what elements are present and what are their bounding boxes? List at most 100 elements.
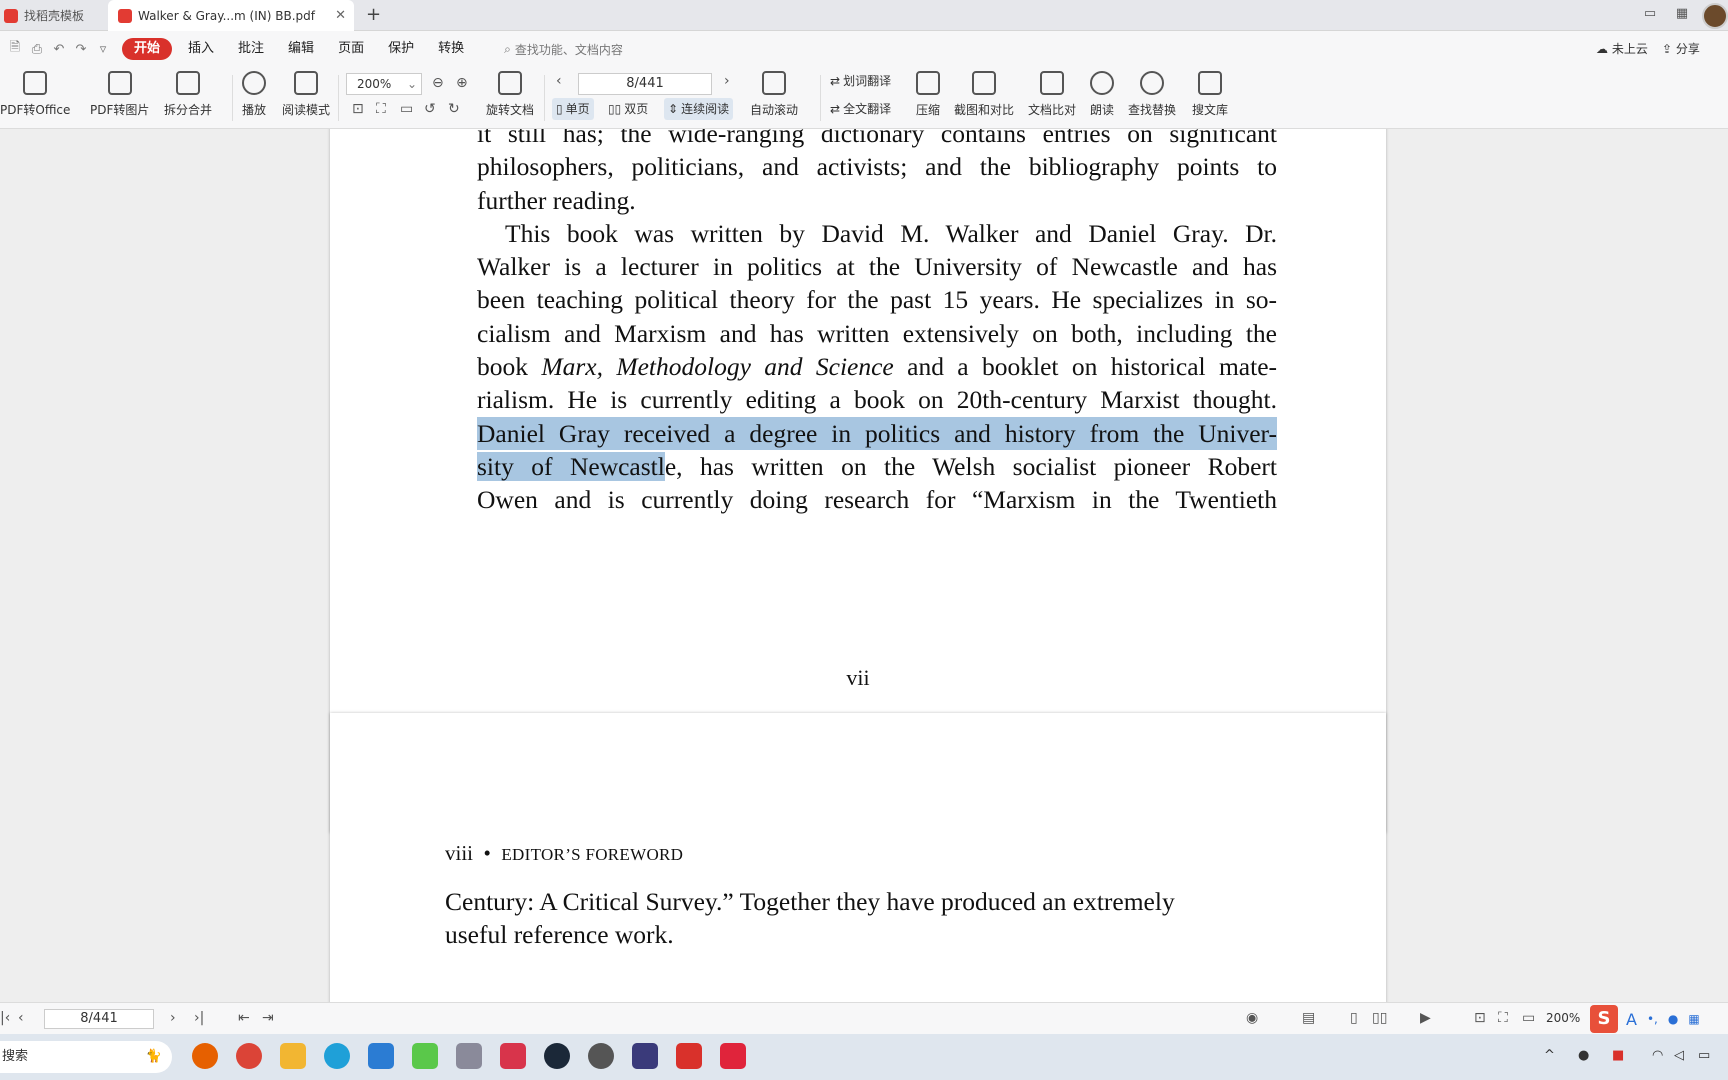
layout-icon[interactable]: ▭ — [1640, 6, 1660, 24]
document-viewport[interactable]: it still has; the wide-ranging dictionar… — [0, 129, 1728, 1002]
status-page-input[interactable]: 8/441 — [44, 1009, 154, 1029]
menu-annotate[interactable]: 批注 — [226, 38, 276, 60]
find-replace-button[interactable]: 查找替换 — [1128, 71, 1176, 118]
pdf-page[interactable]: viii • EDITOR’S FOREWORD Century: A Crit… — [330, 713, 1386, 1002]
microphone-icon[interactable]: ● — [1578, 1048, 1589, 1063]
share-button[interactable]: ⇪ 分享 — [1662, 40, 1700, 57]
actual-size-icon[interactable]: ⊡ — [352, 101, 364, 117]
game-icon[interactable] — [632, 1043, 658, 1069]
forward-icon[interactable]: ⇥ — [262, 1010, 274, 1026]
status-zoom[interactable]: 200% — [1546, 1011, 1580, 1025]
prev-page-icon[interactable]: ‹ — [556, 73, 562, 89]
rotate-right-icon[interactable]: ↻ — [448, 101, 460, 117]
single-page-icon[interactable]: ▯ — [1350, 1010, 1358, 1026]
split-merge-button[interactable]: 拆分合并 — [164, 71, 212, 118]
menu-protect[interactable]: 保护 — [376, 38, 426, 60]
sogou-ime-icon[interactable]: S — [1590, 1005, 1618, 1033]
back-icon[interactable]: ⇤ — [238, 1010, 250, 1026]
new-tab-button[interactable]: + — [366, 4, 381, 25]
single-page-toggle[interactable]: ▯ 单页 — [552, 98, 594, 120]
continuous-icon[interactable]: ▤ — [1302, 1010, 1315, 1026]
continuous-reading-toggle[interactable]: ⇕ 连续阅读 — [664, 98, 734, 120]
pdf-to-image-button[interactable]: PDF转图片 — [90, 71, 149, 118]
word-translate-button[interactable]: ⇄ 划词翻译 — [826, 70, 895, 92]
zoom-in-icon[interactable]: ⊕ — [456, 75, 468, 91]
microphone-icon[interactable]: ● — [1668, 1012, 1678, 1026]
fit-width-icon[interactable]: ▭ — [400, 101, 413, 117]
double-page-toggle[interactable]: ▯▯ 双页 — [604, 98, 652, 120]
kodi-icon[interactable] — [412, 1043, 438, 1069]
autoscroll-button[interactable]: 自动滚动 — [750, 71, 798, 118]
read-aloud-button[interactable]: 朗读 — [1090, 71, 1114, 118]
screenshot-compare-button[interactable]: 截图和对比 — [954, 71, 1014, 118]
app-icon[interactable] — [456, 1043, 482, 1069]
tab-label: Walker & Gray...m (IN) BB.pdf — [138, 8, 315, 23]
print-icon[interactable]: ⎙ — [26, 42, 48, 57]
tab-pdf-document[interactable]: Walker & Gray...m (IN) BB.pdf ✕ — [108, 0, 354, 31]
play-button[interactable]: 播放 — [242, 71, 266, 118]
volume-icon[interactable]: ◁ — [1674, 1048, 1684, 1063]
youdao-icon[interactable] — [720, 1043, 746, 1069]
zoom-out-icon[interactable]: ⊖ — [432, 75, 444, 91]
menu-convert[interactable]: 转换 — [426, 38, 476, 60]
compress-button[interactable]: 压缩 — [916, 71, 940, 118]
next-page-icon[interactable]: › — [724, 73, 730, 89]
read-mode-button[interactable]: 阅读模式 — [282, 71, 330, 118]
bing-icon[interactable] — [368, 1043, 394, 1069]
last-page-icon[interactable]: ›| — [194, 1010, 204, 1026]
pocket-icon[interactable] — [500, 1043, 526, 1069]
prev-page-icon[interactable]: ‹ — [18, 1010, 24, 1026]
full-translate-button[interactable]: ⇄ 全文翻译 — [826, 98, 895, 120]
fit-page-icon[interactable]: ⛶ — [1498, 1010, 1508, 1026]
pdf-to-office-button[interactable]: PDF转Office — [0, 71, 70, 118]
page-body-text[interactable]: it still has; the wide-ranging dictionar… — [477, 129, 1277, 517]
zoom-select[interactable]: 200% ⌄ — [346, 73, 422, 95]
rotate-left-icon[interactable]: ↺ — [424, 101, 436, 117]
save-icon[interactable]: 🗎 — [4, 38, 26, 60]
grid-icon[interactable]: ▦ — [1672, 6, 1692, 24]
redo-icon[interactable]: ↷ — [70, 42, 92, 57]
taskbar-search[interactable]: 搜索 🐈 — [0, 1041, 172, 1073]
security-icon[interactable]: ■ — [1612, 1048, 1624, 1063]
page-body-text[interactable]: Century: A Critical Survey.” Together th… — [445, 885, 1285, 952]
menu-page[interactable]: 页面 — [326, 38, 376, 60]
compare-icon — [1040, 71, 1064, 95]
menu-edit[interactable]: 编辑 — [276, 38, 326, 60]
double-page-icon[interactable]: ▯▯ — [1372, 1010, 1387, 1026]
punctuation-icon[interactable]: •, — [1647, 1012, 1658, 1026]
wps-icon[interactable] — [676, 1043, 702, 1069]
rotate-document-button[interactable]: 旋转文档 — [486, 71, 534, 118]
tab-template[interactable]: 找稻壳模板 — [0, 0, 104, 31]
ime-mode-icon[interactable]: A — [1626, 1010, 1637, 1029]
eye-protection-icon[interactable]: ◉ — [1246, 1010, 1258, 1026]
avatar[interactable] — [1702, 3, 1728, 29]
first-page-icon[interactable]: |‹ — [0, 1010, 10, 1026]
next-page-icon[interactable]: › — [170, 1010, 176, 1026]
menu-home[interactable]: 开始 — [122, 38, 173, 60]
quick-access-dropdown-icon[interactable]: ▿ — [92, 42, 114, 57]
actual-size-icon[interactable]: ⊡ — [1474, 1010, 1486, 1026]
close-icon[interactable]: ✕ — [335, 8, 346, 23]
wifi-icon[interactable]: ◠ — [1652, 1048, 1663, 1063]
play-icon[interactable]: ▶ — [1420, 1010, 1431, 1026]
fit-page-icon[interactable]: ⛶ — [376, 101, 386, 117]
cat-icon: 🐈 — [145, 1049, 162, 1064]
battery-icon[interactable]: ▭ — [1698, 1048, 1710, 1063]
obs-icon[interactable] — [588, 1043, 614, 1069]
document-compare-button[interactable]: 文档比对 — [1028, 71, 1076, 118]
undo-icon[interactable]: ↶ — [48, 42, 70, 57]
toolbox-icon[interactable]: ▦ — [1688, 1012, 1699, 1026]
ime-toolbar[interactable]: S A •, ● ▦ — [1590, 1004, 1728, 1034]
chevron-up-icon[interactable]: ^ — [1544, 1048, 1555, 1063]
fit-width-icon[interactable]: ▭ — [1522, 1010, 1535, 1026]
cloud-status[interactable]: ☁ 未上云 — [1596, 40, 1648, 57]
library-search-button[interactable]: 搜文库 — [1192, 71, 1228, 118]
firefox-icon[interactable] — [192, 1043, 218, 1069]
chrome-icon[interactable] — [236, 1043, 262, 1069]
file-explorer-icon[interactable] — [280, 1043, 306, 1069]
edge-icon[interactable] — [324, 1043, 350, 1069]
page-number-input[interactable]: 8/441 — [578, 73, 712, 95]
menu-insert[interactable]: 插入 — [176, 38, 226, 60]
steam-icon[interactable] — [544, 1043, 570, 1069]
command-search[interactable]: ⌕ 查找功能、文档内容 — [504, 41, 623, 58]
